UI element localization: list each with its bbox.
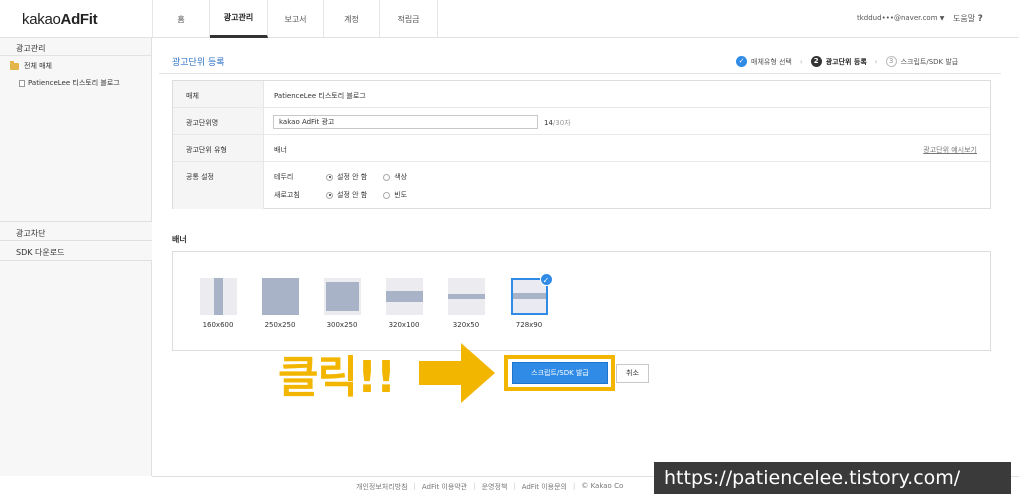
common-label: 공통 설정 — [173, 162, 264, 209]
size-thumbnail — [447, 278, 485, 315]
sidebar-heading: 광고관리 — [0, 38, 151, 56]
size-option-320x100[interactable]: 320x100 — [384, 278, 424, 329]
issue-script-sdk-button[interactable]: 스크립트/SDK 발급 — [512, 362, 608, 384]
nav-home[interactable]: 홈 — [153, 0, 210, 38]
refresh-off-label[interactable]: 설정 안 함 — [337, 190, 367, 200]
step-indicator: ✓ 매체유형 선택 › 2 광고단위 등록 › 3 스크립트/SDK 발급 — [736, 56, 958, 67]
char-counter: 14/30자 — [544, 119, 571, 127]
size-option-160x600[interactable]: 160x600 — [198, 278, 238, 329]
nav-ad-management[interactable]: 광고관리 — [210, 0, 268, 38]
size-label: 250x250 — [264, 321, 296, 329]
nav-reserve[interactable]: 적립금 — [380, 0, 438, 38]
border-color-label[interactable]: 색상 — [394, 172, 407, 182]
size-option-320x50[interactable]: 320x50 — [446, 278, 486, 329]
size-label: 320x50 — [452, 321, 480, 329]
name-label: 광고단위명 — [173, 108, 264, 134]
nav-account[interactable]: 계정 — [324, 0, 380, 38]
size-thumbnail-selected: ✓ — [510, 273, 553, 315]
banner-section-title: 배너 — [172, 235, 187, 244]
cancel-button[interactable]: 취소 — [616, 364, 649, 383]
size-option-728x90[interactable]: ✓ 728x90 — [509, 273, 553, 329]
size-option-300x250[interactable]: 300x250 — [322, 278, 362, 329]
nav-reports[interactable]: 보고서 — [268, 0, 324, 38]
size-thumbnail — [199, 278, 237, 315]
caret-down-icon: ▼ — [939, 15, 945, 22]
row-media: 매체 PatienceLee 티스토리 블로그 — [173, 81, 990, 108]
row-name: 광고단위명 14/30자 — [173, 108, 990, 135]
main-nav: 홈 광고관리 보고서 계정 적립금 — [152, 0, 438, 38]
chevron-right-icon: › — [874, 57, 878, 66]
size-thumbnail — [385, 278, 423, 315]
step-3-number: 3 — [885, 56, 897, 67]
border-option: 테두리 설정 안 함 색상 — [274, 172, 423, 182]
footer-policy-link[interactable]: 운영정책 — [482, 482, 508, 492]
page-title: 광고단위 등록 — [172, 58, 225, 68]
refresh-off-radio[interactable] — [326, 191, 333, 199]
size-thumbnail — [323, 278, 361, 315]
border-label: 테두리 — [274, 173, 294, 181]
step-2-number: 2 — [810, 56, 822, 67]
step-1-label: 매체유형 선택 — [751, 57, 792, 66]
border-off-radio[interactable] — [326, 173, 333, 181]
row-type: 광고단위 유형 배너 광고단위 예시보기 — [173, 135, 990, 162]
help-link[interactable]: 도움말 ? — [953, 13, 983, 24]
refresh-option: 새로고침 설정 안 함 빈도 — [274, 190, 423, 200]
row-common: 공통 설정 테두리 설정 안 함 색상 새로고침 설정 안 함 빈도 — [173, 162, 990, 209]
footer-privacy-link[interactable]: 개인정보처리방침 — [356, 482, 408, 492]
arrow-right-icon — [419, 343, 495, 403]
type-label: 광고단위 유형 — [173, 135, 264, 161]
border-off-label[interactable]: 설정 안 함 — [337, 172, 367, 182]
media-label: 매체 — [173, 81, 264, 107]
step-3-label: 스크립트/SDK 발급 — [900, 57, 959, 66]
tree-item-blog[interactable]: PatienceLee 티스토리 블로그 — [19, 78, 120, 88]
folder-icon — [10, 60, 19, 70]
size-label: 300x250 — [326, 321, 358, 329]
size-label: 160x600 — [202, 321, 234, 329]
footer-terms-link[interactable]: AdFit 이용약관 — [422, 482, 467, 492]
kakao-adfit-logo[interactable]: kakaoAdFit — [22, 11, 98, 28]
tree-item-all-media[interactable]: 전체 매체 — [10, 60, 52, 71]
check-icon: ✓ — [736, 56, 747, 67]
size-thumbnail — [261, 278, 299, 315]
media-value: PatienceLee 티스토리 블로그 — [274, 92, 366, 100]
page-icon — [19, 79, 25, 87]
click-annotation: 클릭!! — [278, 352, 396, 403]
footer-inquiry-link[interactable]: AdFit 이용문의 — [522, 482, 567, 492]
size-label: 728x90 — [515, 321, 543, 329]
user-menu[interactable]: tkddud•••@naver.com ▼ — [857, 14, 944, 22]
refresh-label: 새로고침 — [274, 191, 300, 199]
banner-size-panel: 160x600 250x250 300x250 320x100 320x50 ✓… — [172, 251, 991, 351]
check-icon: ✓ — [539, 273, 553, 286]
footer-copyright: © Kakao Co — [581, 482, 624, 490]
chevron-right-icon: › — [799, 57, 803, 66]
sidebar: 광고관리 전체 매체 PatienceLee 티스토리 블로그 광고차단 SDK… — [0, 38, 152, 476]
divider — [159, 73, 1001, 74]
url-watermark: https://patiencelee.tistory.com/ — [654, 462, 1011, 494]
ad-unit-form: 매체 PatienceLee 티스토리 블로그 광고단위명 14/30자 광고단… — [172, 80, 991, 209]
footer-links: 개인정보처리방침 | AdFit 이용약관 | 운영정책 | AdFit 이용문의 | … — [356, 482, 624, 492]
question-icon: ? — [977, 14, 983, 24]
sidebar-item-ad-block[interactable]: 광고차단 — [0, 221, 152, 241]
size-label: 320x100 — [388, 321, 420, 329]
top-bar: kakaoAdFit 홈 광고관리 보고서 계정 적립금 tkddud•••@n… — [0, 0, 1019, 38]
type-value: 배너 — [274, 146, 287, 154]
ad-unit-name-input[interactable] — [273, 115, 538, 129]
refresh-frequency-label[interactable]: 빈도 — [394, 190, 407, 200]
preview-example-link[interactable]: 광고단위 예시보기 — [923, 145, 977, 155]
border-color-radio[interactable] — [383, 173, 391, 181]
refresh-frequency-radio[interactable] — [383, 191, 391, 199]
size-option-250x250[interactable]: 250x250 — [260, 278, 300, 329]
step-2-label: 광고단위 등록 — [825, 57, 867, 66]
sidebar-item-sdk-download[interactable]: SDK 다운로드 — [0, 241, 152, 261]
